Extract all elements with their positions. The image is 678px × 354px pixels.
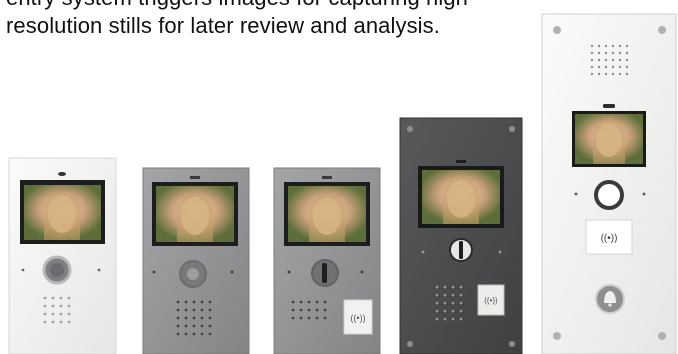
white-slim-panel bbox=[8, 157, 117, 354]
grey-panel-with-reader: ((•)) bbox=[273, 167, 381, 354]
reader-symbol: ((•)) bbox=[601, 233, 618, 244]
call-button bbox=[594, 180, 624, 210]
intercom-panels-photo: ((•)) ((•)) ((•)) bbox=[8, 13, 677, 354]
reader-symbol: ((•)) bbox=[484, 296, 498, 305]
dark-panel-with-reader: ((•)) bbox=[399, 117, 523, 354]
reader-symbol: ((•)) bbox=[350, 313, 365, 323]
camera-lens bbox=[603, 104, 615, 108]
grey-panel bbox=[142, 167, 250, 354]
camera-lens bbox=[58, 172, 66, 176]
tall-white-panel: ((•)) bbox=[541, 13, 677, 354]
